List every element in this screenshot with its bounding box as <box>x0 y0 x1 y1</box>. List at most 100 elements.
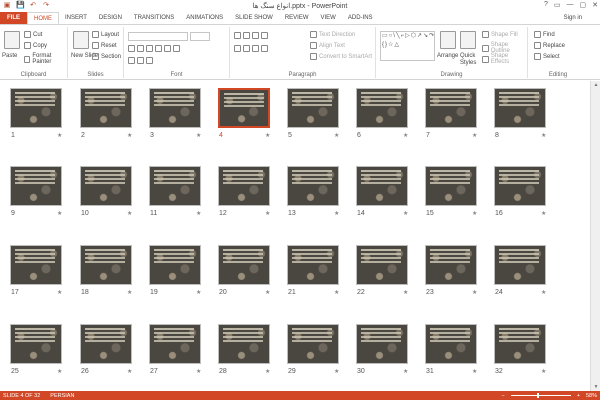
slide-thumbnail[interactable] <box>80 245 132 285</box>
transition-star-icon[interactable]: ★ <box>196 368 201 375</box>
zoom-slider[interactable] <box>510 393 571 398</box>
slide-thumbnail[interactable] <box>80 88 132 128</box>
arrange-button[interactable]: Arrange <box>437 53 458 59</box>
reset-button[interactable]: Reset <box>92 42 117 49</box>
slide-thumbnail[interactable] <box>425 245 477 285</box>
tab-view[interactable]: VIEW <box>315 12 342 24</box>
slide-thumbnail[interactable] <box>287 166 339 206</box>
tab-file[interactable]: FILE <box>0 12 27 24</box>
transition-star-icon[interactable]: ★ <box>403 368 408 375</box>
transition-star-icon[interactable]: ★ <box>127 132 132 139</box>
transition-star-icon[interactable]: ★ <box>57 368 62 375</box>
underline-icon[interactable] <box>146 45 153 52</box>
transition-star-icon[interactable]: ★ <box>472 210 477 217</box>
transition-star-icon[interactable]: ★ <box>57 210 62 217</box>
align-center-icon[interactable] <box>243 45 250 52</box>
close-icon[interactable]: ✕ <box>592 1 598 9</box>
transition-star-icon[interactable]: ★ <box>196 132 201 139</box>
slide-thumbnail[interactable] <box>149 324 201 364</box>
transition-star-icon[interactable]: ★ <box>265 289 270 296</box>
transition-star-icon[interactable]: ★ <box>472 368 477 375</box>
shape-effects-button[interactable]: Shape Effects <box>482 53 527 65</box>
slide-thumbnail[interactable] <box>356 166 408 206</box>
tab-add-ins[interactable]: ADD-INS <box>342 12 379 24</box>
layout-button[interactable]: Layout <box>92 31 119 38</box>
transition-star-icon[interactable]: ★ <box>541 132 546 139</box>
help-icon[interactable]: ? <box>544 1 548 9</box>
transition-star-icon[interactable]: ★ <box>334 210 339 217</box>
slide-thumbnail[interactable] <box>149 245 201 285</box>
undo-icon[interactable]: ↶ <box>29 2 37 10</box>
transition-star-icon[interactable]: ★ <box>541 210 546 217</box>
section-button[interactable]: Section <box>92 53 121 60</box>
spacing-icon[interactable] <box>173 45 180 52</box>
transition-star-icon[interactable]: ★ <box>127 368 132 375</box>
slide-thumbnail[interactable] <box>10 88 62 128</box>
copy-button[interactable]: Copy <box>24 42 47 49</box>
slide-thumbnail[interactable] <box>494 166 546 206</box>
align-right-icon[interactable] <box>252 45 259 52</box>
redo-icon[interactable]: ↷ <box>42 2 50 10</box>
transition-star-icon[interactable]: ★ <box>127 289 132 296</box>
language-indicator[interactable]: PERSIAN <box>50 393 74 399</box>
maximize-icon[interactable]: ▢ <box>580 1 587 9</box>
font-size-select[interactable] <box>190 32 210 41</box>
slide-thumbnail[interactable] <box>149 88 201 128</box>
slide-thumbnail[interactable] <box>218 245 270 285</box>
slide-thumbnail[interactable] <box>356 88 408 128</box>
bold-icon[interactable] <box>128 45 135 52</box>
shape-fill-button[interactable]: Shape Fill <box>482 31 518 38</box>
tab-home[interactable]: HOME <box>27 12 59 24</box>
app-icon[interactable]: ▣ <box>3 2 11 10</box>
shapes-gallery[interactable]: ▭○\╲⌐▷⬡↗↘↷☐◇⌒⊂⊃⟨⟩{}☆△ <box>380 31 435 61</box>
transition-star-icon[interactable]: ★ <box>541 289 546 296</box>
transition-star-icon[interactable]: ★ <box>403 132 408 139</box>
transition-star-icon[interactable]: ★ <box>196 210 201 217</box>
tab-transitions[interactable]: TRANSITIONS <box>128 12 180 24</box>
ribbon-display-icon[interactable]: ▭ <box>554 1 561 9</box>
slide-thumbnail[interactable] <box>494 245 546 285</box>
sign-in-link[interactable]: Sign in <box>564 15 582 21</box>
slide-thumbnail[interactable] <box>10 324 62 364</box>
transition-star-icon[interactable]: ★ <box>57 289 62 296</box>
bullets-icon[interactable] <box>234 32 241 39</box>
slide-thumbnail[interactable] <box>10 166 62 206</box>
vertical-scrollbar[interactable]: ▲ ▼ <box>590 81 600 391</box>
convert-smartart-button[interactable]: Convert to SmartArt <box>310 53 372 60</box>
tab-slide-show[interactable]: SLIDE SHOW <box>229 12 279 24</box>
tab-animations[interactable]: ANIMATIONS <box>180 12 229 24</box>
font-name-select[interactable] <box>128 32 188 41</box>
transition-star-icon[interactable]: ★ <box>196 289 201 296</box>
transition-star-icon[interactable]: ★ <box>541 368 546 375</box>
format-painter-button[interactable]: Format Painter <box>24 53 67 65</box>
zoom-in-icon[interactable]: + <box>577 393 580 399</box>
shadow-icon[interactable] <box>155 45 162 52</box>
strikethrough-icon[interactable] <box>164 45 171 52</box>
slide-thumbnail[interactable] <box>287 88 339 128</box>
transition-star-icon[interactable]: ★ <box>265 368 270 375</box>
tab-insert[interactable]: INSERT <box>59 12 93 24</box>
align-text-button[interactable]: Align Text <box>310 42 345 49</box>
slide-thumbnail[interactable] <box>494 88 546 128</box>
transition-star-icon[interactable]: ★ <box>127 210 132 217</box>
slide-thumbnail[interactable] <box>425 324 477 364</box>
clear-format-icon[interactable] <box>146 57 153 64</box>
transition-star-icon[interactable]: ★ <box>265 210 270 217</box>
slide-thumbnail[interactable] <box>80 324 132 364</box>
slide-thumbnail[interactable] <box>287 245 339 285</box>
find-button[interactable]: Find <box>534 31 555 38</box>
slide-thumbnail[interactable] <box>356 324 408 364</box>
text-direction-button[interactable]: Text Direction <box>310 31 355 38</box>
slide-thumbnail[interactable] <box>287 324 339 364</box>
slide-thumbnail[interactable] <box>10 245 62 285</box>
paste-button[interactable]: Paste <box>2 53 17 59</box>
align-left-icon[interactable] <box>234 45 241 52</box>
font-color-icon[interactable] <box>137 57 144 64</box>
tab-review[interactable]: REVIEW <box>279 12 315 24</box>
transition-star-icon[interactable]: ★ <box>334 132 339 139</box>
justify-icon[interactable] <box>261 45 268 52</box>
slide-thumbnail[interactable] <box>494 324 546 364</box>
zoom-level[interactable]: 58% <box>586 393 597 399</box>
text-highlight-icon[interactable] <box>128 57 135 64</box>
quick-styles-button[interactable]: Quick Styles <box>460 53 480 67</box>
